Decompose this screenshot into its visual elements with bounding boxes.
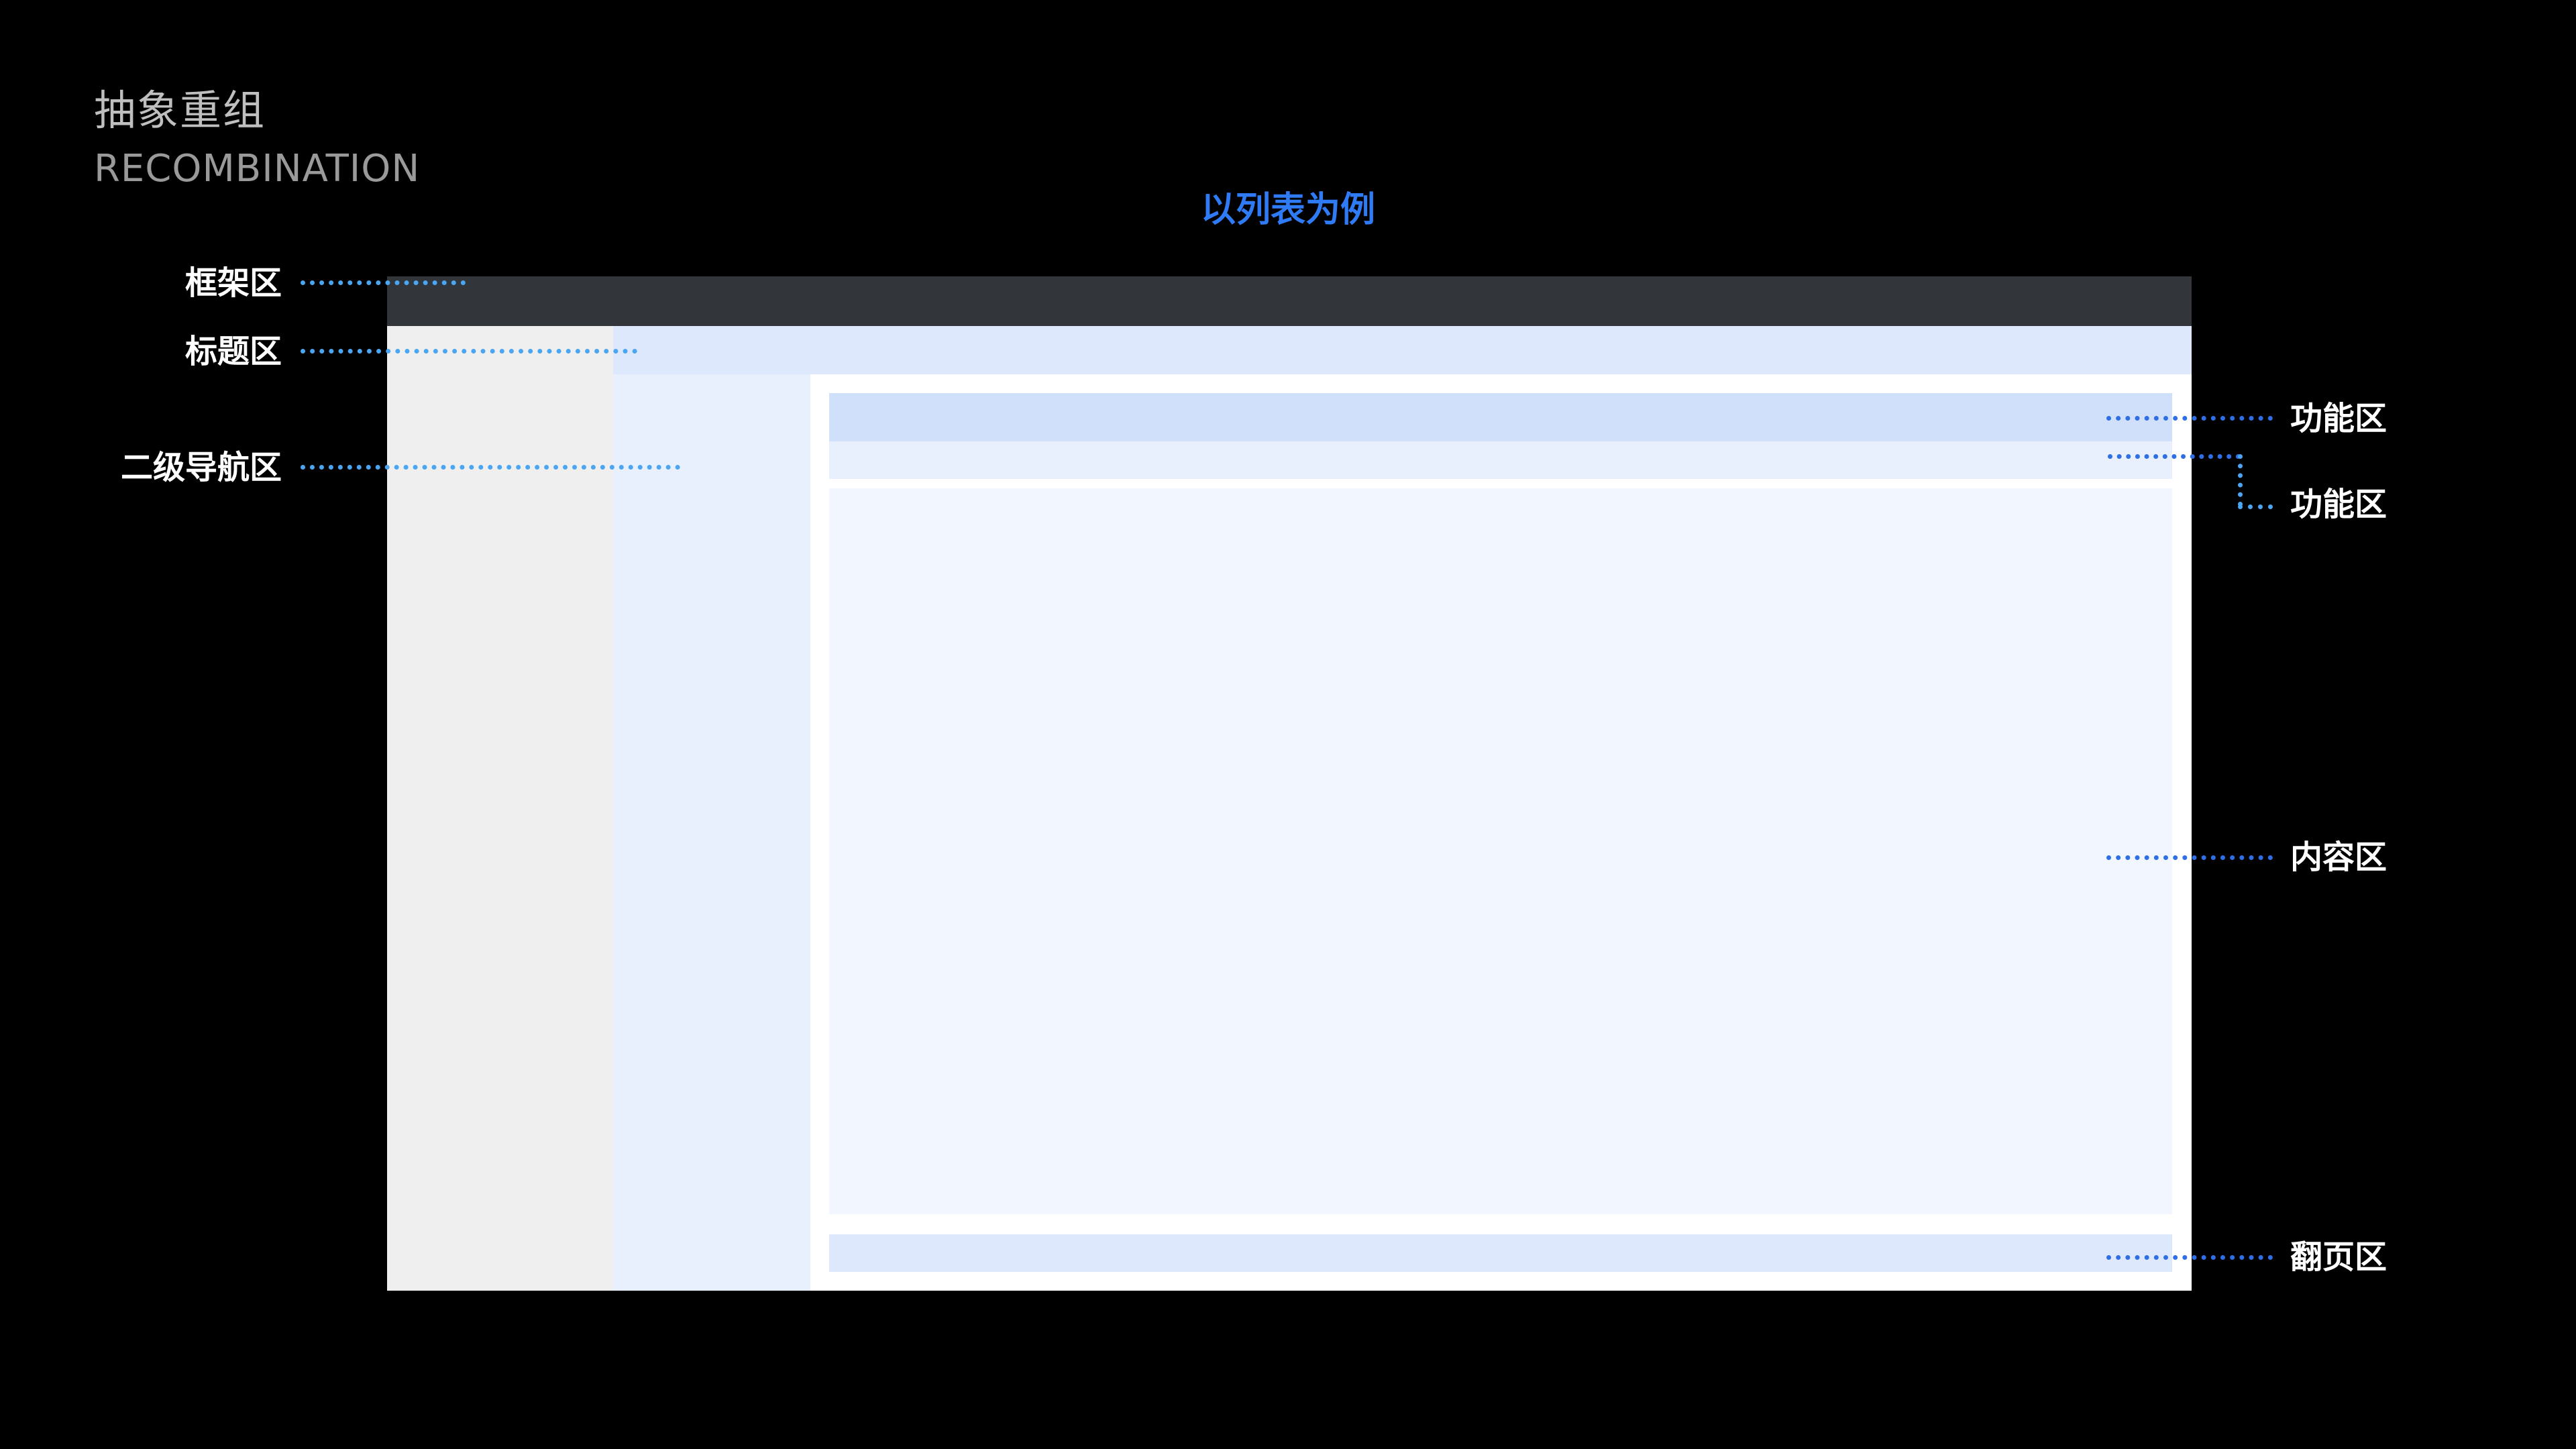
label-function-area-2: 功能区 xyxy=(2290,486,2387,523)
leader-function-area-2-vertical xyxy=(2238,454,2243,506)
leader-function-area-2-horizontal xyxy=(2108,454,2241,459)
label-frame-area: 框架区 xyxy=(184,264,282,302)
leader-secondary-nav-area xyxy=(301,465,680,470)
label-content-area: 内容区 xyxy=(2290,839,2387,876)
leader-pagination-area xyxy=(2106,1255,2273,1260)
title-area-block xyxy=(613,326,2192,374)
leader-content-area xyxy=(2106,855,2273,860)
function-area-block-1 xyxy=(829,393,2172,441)
pagination-area-block xyxy=(829,1234,2172,1272)
primary-nav-block xyxy=(387,326,613,1291)
page-title: 抽象重组 xyxy=(94,86,266,135)
label-function-area-1: 功能区 xyxy=(2290,400,2387,437)
label-title-area: 标题区 xyxy=(184,333,282,370)
leader-frame-area xyxy=(301,280,466,285)
leader-title-area xyxy=(301,349,637,354)
leader-function-area-1 xyxy=(2106,416,2273,421)
label-secondary-nav-area: 二级导航区 xyxy=(120,449,282,486)
leader-function-area-2-tail xyxy=(2238,504,2273,509)
diagram-subtitle: 以列表为例 xyxy=(1200,190,1375,230)
frame-area-block xyxy=(387,276,2192,326)
function-area-block-2 xyxy=(829,441,2172,479)
label-pagination-area: 翻页区 xyxy=(2290,1238,2387,1276)
secondary-nav-block xyxy=(613,374,810,1291)
page-title-english: RECOMBINATION xyxy=(94,147,421,191)
content-area-block xyxy=(829,488,2172,1214)
